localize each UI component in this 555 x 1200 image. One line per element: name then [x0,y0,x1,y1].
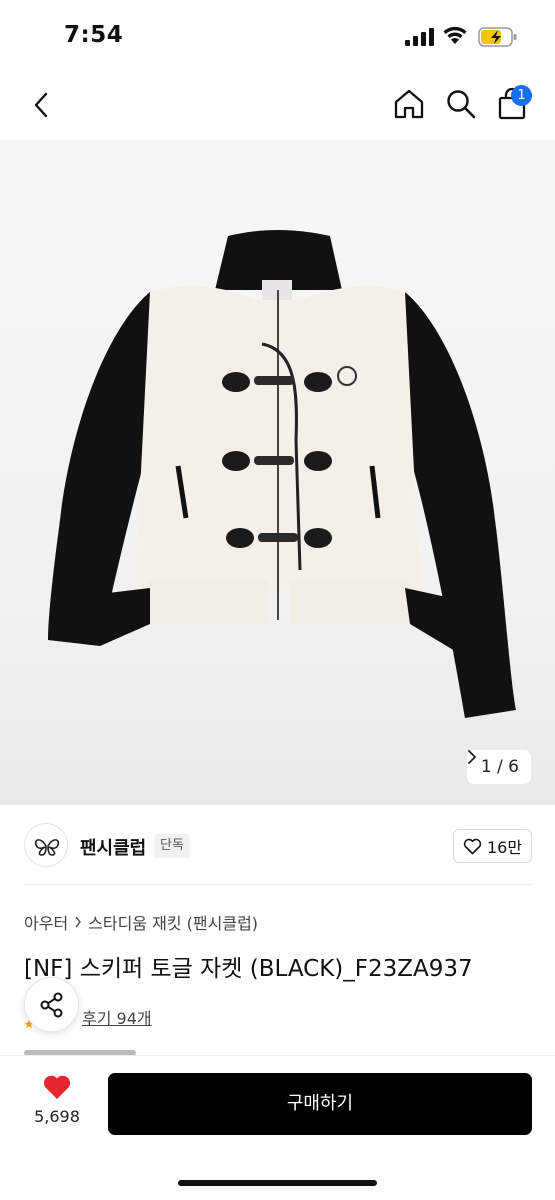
status-bar: 7:54 [0,0,555,60]
exclusive-badge: 단독 [154,834,190,858]
wishlist-count: 5,698 [34,1107,80,1126]
heart-filled-icon [43,1075,71,1099]
chevron-right-icon [75,916,82,928]
product-title: [NF] 스키퍼 토글 자켓 (BLACK)_F23ZA937 [24,956,473,982]
battery-charging-icon [478,27,517,47]
wishlist-button[interactable]: 5,698 [22,1074,92,1134]
brand-name[interactable]: 팬시클럽 [80,834,146,860]
share-icon [40,992,63,1018]
top-nav-bar [0,70,555,140]
product-image-carousel[interactable]: 1 / 6 [0,140,555,805]
divider [24,884,532,885]
brand-logo[interactable] [24,823,68,867]
breadcrumb-subcategory[interactable]: 스타디움 재킷 (팬시클럽) [88,910,258,934]
buy-button[interactable]: 구매하기 [108,1073,532,1135]
brand-like-count: 16만 [486,838,523,857]
home-icon[interactable] [392,87,426,121]
jacket-product-image [48,230,516,718]
butterfly-logo-icon [34,839,60,856]
wifi-icon [443,26,467,44]
gallery-pager-text: 1 / 6 [480,757,519,777]
gallery-pager[interactable]: 1 / 6 [466,750,531,784]
status-time: 7:54 [64,22,124,48]
share-button[interactable] [24,977,79,1032]
brand-row[interactable]: 팬시클럽 단독 16만 [0,815,555,885]
search-icon[interactable] [444,87,478,121]
cellular-signal-icon [405,28,434,46]
home-indicator [178,1180,377,1186]
back-chevron-icon[interactable] [26,88,60,122]
heart-outline-icon [463,838,482,854]
bottom-action-bar: 5,698 구매하기 [0,1055,555,1200]
review-count-link[interactable]: 후기 94개 [82,1005,152,1029]
brand-like-button[interactable]: 16만 [453,829,532,863]
cart-count-badge: 1 [511,85,532,106]
chevron-right-icon [467,750,476,764]
breadcrumb-category[interactable]: 아우터 [24,910,68,934]
breadcrumb: 아우터 스타디움 재킷 (팬시클럽) [24,910,258,934]
